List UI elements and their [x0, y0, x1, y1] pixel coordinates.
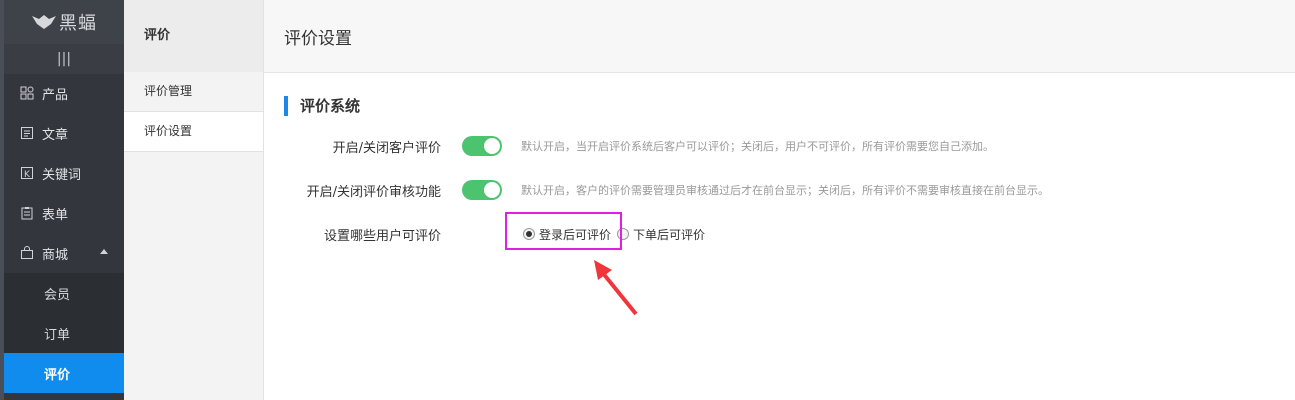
radio-label: 下单后可评价	[633, 227, 706, 242]
section-title: 评价系统	[284, 96, 360, 116]
sidebar-item-label: 商城	[42, 247, 69, 263]
main-content: 评价设置 评价系统 开启/关闭客户评价 默认开启，当开启评价系统后客户可以评价；…	[264, 0, 1295, 400]
menu-lines-icon: |||	[56, 51, 72, 67]
sidebar-item-label: 文章	[42, 127, 69, 143]
setting-row-who-can-review: 设置哪些用户可评价 登录后可评价 下单后可评价	[264, 222, 1295, 246]
setting-label: 设置哪些用户可评价	[323, 228, 441, 244]
sidebar-item-mall[interactable]: 商城	[4, 233, 124, 273]
sidebar-item-label: 表单	[42, 207, 69, 223]
enable-review-toggle[interactable]	[462, 136, 502, 156]
setting-row-enable-review: 开启/关闭客户评价 默认开启，当开启评价系统后客户可以评价；关闭后，用户不可评价…	[264, 134, 1295, 158]
grid-icon	[20, 86, 34, 100]
setting-label: 开启/关闭评价审核功能	[306, 184, 441, 200]
sidebar-subitem-label: 订单	[44, 327, 71, 343]
brand-logo[interactable]: 黑蝠	[4, 0, 124, 44]
sidebar-subitem-label: 评价	[44, 367, 71, 383]
setting-hint: 默认开启，客户的评价需要管理员审核通过后才在前台显示；关闭后，所有评价不需要审核…	[521, 184, 1049, 197]
sidebar-subitem-label: 会员	[44, 287, 71, 303]
setting-row-review-audit: 开启/关闭评价审核功能 默认开启，客户的评价需要管理员审核通过后才在前台显示；关…	[264, 178, 1295, 202]
shopping-bag-icon	[20, 246, 34, 260]
sidebar-item-label: 关键词	[42, 167, 82, 183]
sidebar-subitem-member[interactable]: 会员	[4, 273, 124, 313]
radio-option-order[interactable]: 下单后可评价	[617, 226, 705, 243]
annotation-arrow-icon	[594, 260, 638, 316]
toggle-knob	[484, 138, 500, 154]
document-icon	[20, 126, 34, 140]
sidebar-item-article[interactable]: 文章	[4, 113, 124, 153]
secondary-menu-item-review-manage[interactable]: 评价管理	[124, 72, 263, 112]
main-sidebar: 黑蝠 ||| 产品 文章 K 关键词 表单 商城 会员 订单 评价	[0, 0, 124, 400]
annotation-highlight-box	[505, 212, 622, 250]
sidebar-subitem-order[interactable]: 订单	[4, 313, 124, 353]
page-title: 评价设置	[264, 0, 1295, 73]
sidebar-collapse-button[interactable]: |||	[4, 44, 124, 74]
caret-up-icon	[100, 249, 108, 254]
review-audit-toggle[interactable]	[462, 180, 502, 200]
sidebar-item-form[interactable]: 表单	[4, 193, 124, 233]
clipboard-icon	[20, 206, 34, 220]
secondary-menu-item-review-settings[interactable]: 评价设置	[124, 112, 263, 152]
brand-name: 黑蝠	[59, 13, 97, 34]
setting-label: 开启/关闭客户评价	[332, 140, 441, 156]
sidebar-item-label: 产品	[42, 87, 69, 103]
setting-hint: 默认开启，当开启评价系统后客户可以评价；关闭后，用户不可评价，所有评价需要您自己…	[521, 140, 994, 153]
secondary-menu-title: 评价	[124, 0, 263, 72]
sidebar-item-keyword[interactable]: K 关键词	[4, 153, 124, 193]
sidebar-item-product[interactable]: 产品	[4, 73, 124, 113]
bat-logo-icon	[32, 15, 56, 29]
toggle-knob	[484, 182, 500, 198]
k-box-icon: K	[20, 166, 34, 180]
sidebar-subitem-review[interactable]: 评价	[4, 353, 124, 393]
secondary-menu: 评价 评价管理 评价设置	[124, 0, 264, 400]
